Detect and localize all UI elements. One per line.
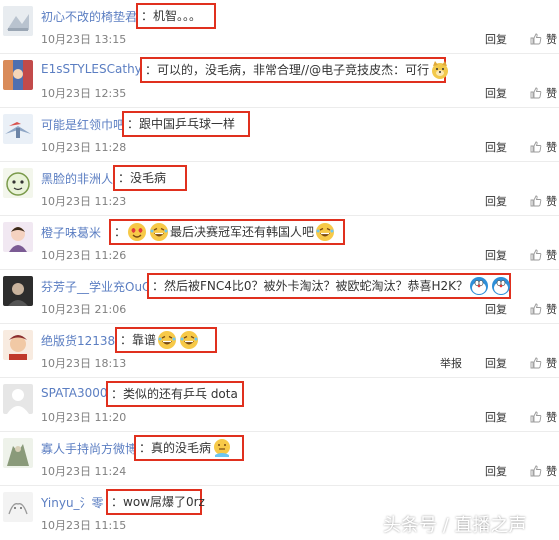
comment-date: 10月23日 11:28 — [41, 141, 127, 154]
thumbs-up-icon — [530, 141, 542, 153]
comment-date: 10月23日 11:24 — [41, 465, 127, 478]
comment-item: SPATA3000 ：类似的还有乒乓 dota 10月23日 11:20 回复 … — [0, 378, 559, 432]
comment-username[interactable]: 黑脸的非洲人 — [41, 170, 113, 187]
report-button[interactable]: 举报 — [440, 355, 462, 371]
comment-item: 可能是红领巾吧 ：跟中国乒乓球一样 10月23日 11:28 回复 赞 — [0, 108, 559, 162]
comment-username[interactable]: 橙子味葛米 — [41, 224, 101, 241]
thumbs-up-icon — [530, 33, 542, 45]
comment-date: 10月23日 21:06 — [41, 303, 127, 316]
comment-date: 10月23日 11:23 — [41, 195, 127, 208]
comment-username[interactable]: SPATA3000 — [41, 386, 108, 400]
avatar[interactable] — [3, 276, 33, 306]
avatar[interactable] — [3, 168, 33, 198]
like-button[interactable]: 赞 — [530, 355, 557, 371]
like-button[interactable]: 赞 — [530, 31, 557, 47]
like-label: 赞 — [546, 87, 557, 100]
comment-date: 10月23日 18:13 — [41, 357, 127, 370]
avatar[interactable] — [3, 330, 33, 360]
comment-date: 10月23日 11:26 — [41, 249, 127, 262]
comment-date: 10月23日 11:15 — [41, 519, 127, 532]
doraemon-emoji-icon — [491, 276, 511, 296]
comment-username[interactable]: 绝版货12138 — [41, 332, 115, 349]
reply-button[interactable]: 回复 — [485, 301, 507, 317]
comment-item: 寡人手持尚方微博 ：真的没毛病 10月23日 11:24 回复 赞 — [0, 432, 559, 486]
like-button[interactable]: 赞 — [530, 409, 557, 425]
reply-button[interactable]: 回复 — [485, 463, 507, 479]
thinking-emoji-icon — [212, 438, 232, 458]
reply-button[interactable]: 回复 — [485, 85, 507, 101]
like-label: 赞 — [546, 411, 557, 424]
comment-text: ：wow屌爆了0rz — [106, 489, 205, 515]
comment-item: E1sSTYLESCathy ：可以的，没毛病，非常合理//@电子竞技皮杰：可行… — [0, 54, 559, 108]
like-button[interactable]: 赞 — [530, 193, 557, 209]
like-label: 赞 — [546, 195, 557, 208]
like-button[interactable]: 赞 — [530, 301, 557, 317]
comment-date: 10月23日 12:35 — [41, 87, 127, 100]
like-label: 赞 — [546, 465, 557, 478]
laughing-emoji-icon — [315, 222, 335, 242]
laughing-emoji-icon — [149, 222, 169, 242]
like-label: 赞 — [546, 33, 557, 46]
like-button[interactable]: 赞 — [530, 85, 557, 101]
comment-text: ： 最后决赛冠军还有韩国人吧 — [109, 219, 345, 245]
avatar[interactable] — [3, 222, 33, 252]
comment-item: 芬芳子__学业充OuO ：然后被FNC4比0？被外卡淘汰？被欧蛇淘汰？恭喜H2K… — [0, 270, 559, 324]
thumbs-up-icon — [530, 249, 542, 261]
avatar[interactable] — [3, 492, 33, 522]
comment-date: 10月23日 13:15 — [41, 33, 127, 46]
like-button[interactable]: 赞 — [530, 139, 557, 155]
comment-text: ：然后被FNC4比0？被外卡淘汰？被欧蛇淘汰？恭喜H2K？ — [147, 273, 511, 299]
thumbs-up-icon — [530, 303, 542, 315]
comment-date: 10月23日 11:20 — [41, 411, 127, 424]
reply-button[interactable]: 回复 — [485, 355, 507, 371]
doraemon-emoji-icon — [469, 276, 489, 296]
comment-username[interactable]: 芬芳子__学业充OuO — [41, 278, 152, 295]
comment-username[interactable]: 初心不改的椅垫君 — [41, 8, 137, 25]
comment-text: ：没毛病 — [113, 165, 187, 191]
avatar[interactable] — [3, 438, 33, 468]
comment-username[interactable]: 可能是红领巾吧 — [41, 116, 125, 133]
comment-username[interactable]: 寡人手持尚方微博 — [41, 440, 137, 457]
reply-button[interactable]: 回复 — [485, 139, 507, 155]
comment-item: 黑脸的非洲人 ：没毛病 10月23日 11:23 回复 赞 — [0, 162, 559, 216]
laughing-emoji-icon — [157, 330, 177, 350]
avatar[interactable] — [3, 6, 33, 36]
comment-item: 橙子味葛米 ： 最后决赛冠军还有韩国人吧 10月23日 11:26 回复 赞 — [0, 216, 559, 270]
comment-text: ：跟中国乒乓球一样 — [122, 111, 250, 137]
comment-item: 初心不改的椅垫君 ：机智。。。 10月23日 13:15 回复 赞 — [0, 0, 559, 54]
doge-emoji-icon — [430, 60, 450, 80]
thumbs-up-icon — [530, 357, 542, 369]
avatar[interactable] — [3, 384, 33, 414]
heart-eyes-emoji-icon — [127, 222, 147, 242]
watermark: 头条号 / 直播之声 — [383, 515, 527, 536]
reply-button[interactable]: 回复 — [485, 31, 507, 47]
like-label: 赞 — [546, 357, 557, 370]
thumbs-up-icon — [530, 87, 542, 99]
comment-text: ：类似的还有乒乓 dota — [106, 381, 244, 407]
avatar[interactable] — [3, 114, 33, 144]
like-label: 赞 — [546, 303, 557, 316]
like-label: 赞 — [546, 141, 557, 154]
comment-text: ：机智。。。 — [136, 3, 216, 29]
reply-button[interactable]: 回复 — [485, 409, 507, 425]
thumbs-up-icon — [530, 411, 542, 423]
comment-text: ：真的没毛病 — [134, 435, 244, 461]
like-button[interactable]: 赞 — [530, 247, 557, 263]
avatar[interactable] — [3, 60, 33, 90]
comment-username[interactable]: Yinyu_氵零 — [41, 494, 104, 511]
comment-text: ：可以的，没毛病，非常合理//@电子竞技皮杰：可行 — [140, 57, 449, 83]
comment-item: 绝版货12138 ：靠谱 10月23日 18:13 举报 回复 赞 — [0, 324, 559, 378]
comment-text: ：靠谱 — [115, 327, 217, 353]
thumbs-up-icon — [530, 195, 542, 207]
reply-button[interactable]: 回复 — [485, 193, 507, 209]
comment-username[interactable]: E1sSTYLESCathy — [41, 62, 142, 76]
reply-button[interactable]: 回复 — [485, 247, 507, 263]
thumbs-up-icon — [530, 465, 542, 477]
like-label: 赞 — [546, 249, 557, 262]
laughing-emoji-icon — [179, 330, 199, 350]
like-button[interactable]: 赞 — [530, 463, 557, 479]
